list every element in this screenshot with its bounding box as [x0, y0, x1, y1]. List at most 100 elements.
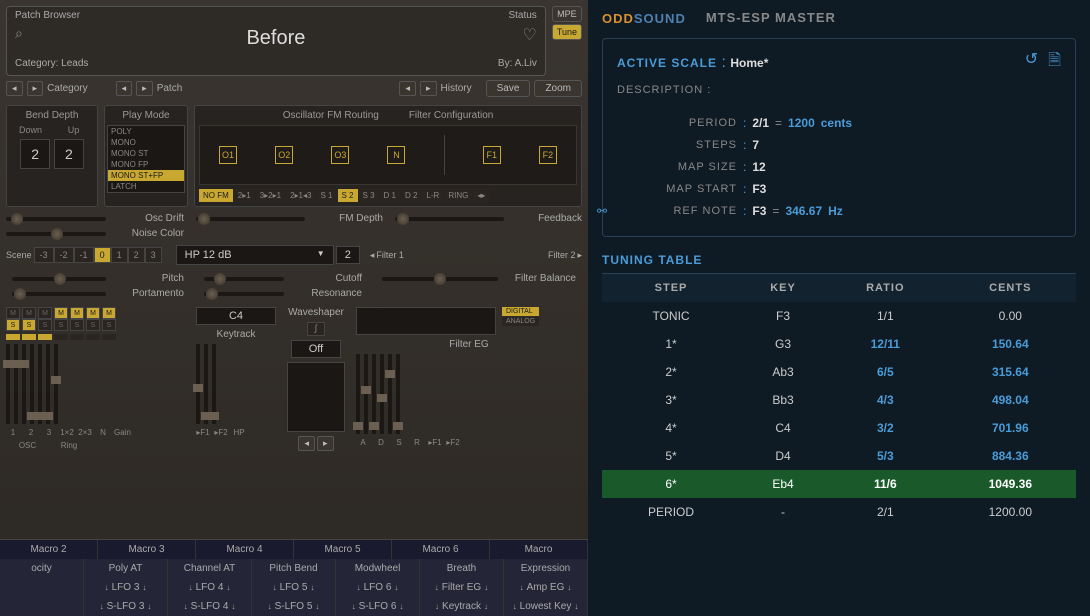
mod-source[interactable]: Poly AT: [84, 559, 168, 578]
mute-button[interactable]: M: [102, 307, 116, 319]
filter-type-dropdown[interactable]: HP 12 dB▼: [176, 245, 334, 265]
fm-tab[interactable]: S 2: [338, 189, 358, 202]
fm-tab[interactable]: 2▸1◂3: [286, 189, 315, 202]
keytrack-display[interactable]: C4: [196, 307, 276, 325]
macro-tab[interactable]: Macro 3: [98, 540, 196, 559]
mod-source[interactable]: Channel AT: [168, 559, 252, 578]
filter-count[interactable]: 2: [336, 246, 360, 264]
filter-balance-slider[interactable]: [382, 277, 498, 281]
zoom-button[interactable]: Zoom: [534, 80, 582, 97]
mod-source[interactable]: ↓S-LFO 5↓: [252, 597, 336, 616]
mod-source[interactable]: ↓S-LFO 4↓: [168, 597, 252, 616]
mod-source[interactable]: [0, 597, 84, 616]
v-slider[interactable]: [356, 354, 360, 434]
fm-osc-box[interactable]: N: [387, 146, 405, 164]
filter1-prev[interactable]: ◂: [370, 250, 375, 261]
mute-button[interactable]: M: [6, 307, 20, 319]
mod-source[interactable]: Breath: [420, 559, 504, 578]
v-slider[interactable]: [204, 344, 208, 424]
save-button[interactable]: Save: [486, 80, 531, 97]
scene-button[interactable]: -2: [54, 247, 74, 263]
mod-source[interactable]: Modwheel: [336, 559, 420, 578]
mod-source[interactable]: ↓S-LFO 6↓: [336, 597, 420, 616]
mod-source[interactable]: ↓Amp EG↓: [504, 578, 588, 597]
tuning-row[interactable]: 5*D45/3884.36: [602, 442, 1076, 470]
cutoff-slider[interactable]: [204, 277, 284, 281]
scene-button[interactable]: 3: [145, 247, 162, 263]
macro-tab[interactable]: Macro 5: [294, 540, 392, 559]
patch-next[interactable]: ▸: [136, 81, 153, 96]
v-slider[interactable]: [6, 344, 10, 424]
fm-tab[interactable]: 3▸2▸1: [256, 189, 285, 202]
tuning-row[interactable]: 1*G312/11150.64: [602, 330, 1076, 358]
portamento-slider[interactable]: [12, 292, 106, 296]
v-slider[interactable]: [14, 344, 18, 424]
solo-button[interactable]: S: [38, 319, 52, 331]
category-next[interactable]: ▸: [27, 81, 44, 96]
fm-tab[interactable]: 2▸1: [234, 189, 255, 202]
patch-prev[interactable]: ◂: [116, 81, 133, 96]
mod-source[interactable]: ↓Lowest Key↓: [504, 597, 588, 616]
fm-tab[interactable]: S 3: [359, 189, 379, 202]
play-mode-item[interactable]: MONO FP: [108, 159, 184, 170]
tuning-row[interactable]: 6*Eb411/61049.36: [602, 470, 1076, 498]
mod-source[interactable]: ocity: [0, 559, 84, 578]
mute-button[interactable]: M: [38, 307, 52, 319]
macro-tab[interactable]: Macro 2: [0, 540, 98, 559]
mod-source[interactable]: ↓LFO 6↓: [336, 578, 420, 597]
v-slider[interactable]: [396, 354, 400, 434]
mod-source[interactable]: ↓S-LFO 3↓: [84, 597, 168, 616]
tuning-row[interactable]: 2*Ab36/5315.64: [602, 358, 1076, 386]
fm-tab[interactable]: S 1: [316, 189, 336, 202]
osc-drift-slider[interactable]: [6, 217, 106, 221]
scene-button[interactable]: -1: [74, 247, 94, 263]
mod-source[interactable]: Pitch Bend: [252, 559, 336, 578]
tuning-row[interactable]: TONICF31/10.00: [602, 302, 1076, 330]
tune-button[interactable]: Tune: [552, 24, 582, 40]
v-slider[interactable]: [372, 354, 376, 434]
mod-source[interactable]: ↓LFO 3↓: [84, 578, 168, 597]
solo-button[interactable]: S: [70, 319, 84, 331]
scene-button[interactable]: 0: [94, 247, 111, 263]
ws-off[interactable]: Off: [291, 340, 341, 358]
v-slider[interactable]: [196, 344, 200, 424]
play-mode-item[interactable]: MONO ST: [108, 148, 184, 159]
filter2-next[interactable]: ▸: [577, 250, 582, 261]
play-mode-item[interactable]: LATCH: [108, 181, 184, 192]
solo-button[interactable]: S: [22, 319, 36, 331]
tuning-row[interactable]: PERIOD-2/11200.00: [602, 498, 1076, 526]
mod-source[interactable]: ↓LFO 5↓: [252, 578, 336, 597]
solo-button[interactable]: S: [102, 319, 116, 331]
category-display[interactable]: Category: Leads: [15, 58, 88, 69]
mod-source[interactable]: ↓Keytrack↓: [420, 597, 504, 616]
mod-source[interactable]: ↓LFO 4↓: [168, 578, 252, 597]
v-slider[interactable]: [212, 344, 216, 424]
mod-source[interactable]: [0, 578, 84, 597]
analog-button[interactable]: ANALOG: [502, 317, 539, 326]
fm-tab[interactable]: D 2: [401, 189, 421, 202]
macro-tab[interactable]: Macro 6: [392, 540, 490, 559]
v-slider[interactable]: [22, 344, 26, 424]
active-scale-name[interactable]: Home*: [730, 56, 768, 70]
fm-tab[interactable]: RING: [444, 189, 472, 202]
digital-button[interactable]: DIGITAL: [502, 307, 539, 316]
patch-name[interactable]: Before: [246, 27, 305, 50]
mpe-button[interactable]: MPE: [552, 6, 582, 22]
macro-tab[interactable]: Macro 4: [196, 540, 294, 559]
scene-button[interactable]: 2: [128, 247, 145, 263]
favorite-icon[interactable]: ♡: [522, 25, 536, 45]
solo-button[interactable]: S: [86, 319, 100, 331]
play-mode-item[interactable]: MONO ST+FP: [108, 170, 184, 181]
feedback-slider[interactable]: [395, 217, 504, 221]
mute-button[interactable]: M: [54, 307, 68, 319]
solo-button[interactable]: S: [54, 319, 68, 331]
play-mode-item[interactable]: POLY: [108, 126, 184, 137]
waveshaper-icon[interactable]: ∫: [307, 322, 325, 336]
search-icon[interactable]: ⌕: [15, 25, 23, 42]
history-next[interactable]: ▸: [420, 81, 437, 96]
fm-filter-box[interactable]: F1: [483, 146, 501, 164]
undo-icon[interactable]: ↺: [1025, 49, 1038, 76]
mod-source[interactable]: Expression: [504, 559, 588, 578]
scene-button[interactable]: 1: [111, 247, 128, 263]
v-slider[interactable]: [38, 344, 42, 424]
